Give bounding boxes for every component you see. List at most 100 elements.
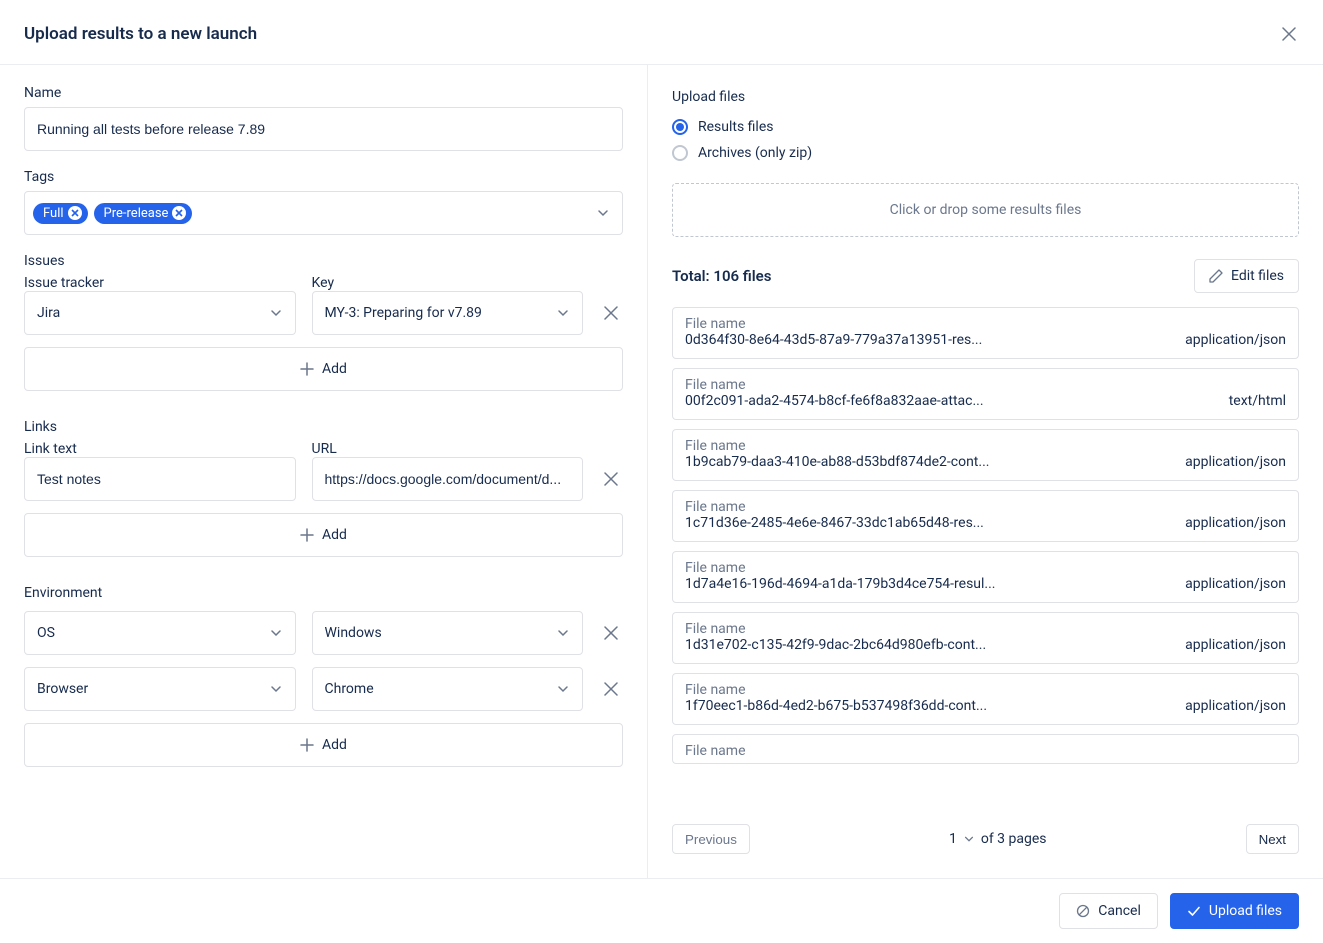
env-value-select[interactable]: Windows — [312, 611, 584, 655]
chevron-down-icon[interactable] — [963, 833, 975, 845]
tag-remove-button[interactable] — [68, 206, 82, 220]
remove-issue-button[interactable] — [599, 301, 623, 325]
issues-heading: Issues — [24, 253, 623, 269]
radio-archives[interactable]: Archives (only zip) — [672, 145, 1299, 161]
file-card[interactable]: File name 1d31e702-c135-42f9-9dac-2bc64d… — [672, 612, 1299, 664]
issue-key-col: Key MY-3: Preparing for v7.89 — [312, 275, 584, 335]
cancel-label: Cancel — [1098, 903, 1141, 919]
file-label: File name — [685, 438, 1286, 454]
file-type: application/json — [1185, 637, 1286, 653]
remove-env-button[interactable] — [599, 677, 623, 701]
modal-header: Upload results to a new launch — [0, 0, 1323, 65]
name-label: Name — [24, 85, 623, 101]
plus-icon — [300, 362, 314, 376]
issue-tracker-label: Issue tracker — [24, 275, 104, 291]
tag-remove-button[interactable] — [172, 206, 186, 220]
issue-tracker-col: Issue tracker Jira — [24, 275, 296, 335]
dropzone[interactable]: Click or drop some results files — [672, 183, 1299, 237]
link-url-input[interactable] — [312, 457, 584, 501]
tags-input[interactable]: Full Pre-release — [24, 191, 623, 235]
tags-label: Tags — [24, 169, 623, 185]
add-link-button[interactable]: Add — [24, 513, 623, 557]
file-label: File name — [685, 316, 1286, 332]
cancel-button[interactable]: Cancel — [1059, 893, 1158, 929]
link-url-input-text[interactable] — [325, 471, 571, 487]
chevron-down-icon — [269, 306, 283, 320]
radio-label: Archives (only zip) — [698, 145, 812, 161]
env-key-select[interactable]: Browser — [24, 667, 296, 711]
link-text-input-text[interactable] — [37, 471, 283, 487]
env-value-value: Chrome — [325, 681, 374, 697]
file-card[interactable]: File name — [672, 734, 1299, 764]
remove-env-button[interactable] — [599, 621, 623, 645]
file-label: File name — [685, 499, 1286, 515]
env-value-select[interactable]: Chrome — [312, 667, 584, 711]
add-label: Add — [322, 361, 347, 377]
remove-link-button[interactable] — [599, 467, 623, 491]
file-label: File name — [685, 377, 1286, 393]
name-input[interactable] — [24, 107, 623, 151]
plus-icon — [300, 738, 314, 752]
edit-files-label: Edit files — [1231, 268, 1284, 284]
close-icon — [1282, 27, 1296, 41]
check-icon — [1187, 904, 1201, 918]
modal-title: Upload results to a new launch — [24, 24, 257, 44]
tag-text: Pre-release — [104, 206, 169, 221]
file-name: 1c71d36e-2485-4e6e-8467-33dc1ab65d48-res… — [685, 515, 1173, 531]
link-url-label: URL — [312, 441, 337, 457]
name-input-text[interactable] — [37, 121, 610, 137]
link-text-input[interactable] — [24, 457, 296, 501]
radio-results-files[interactable]: Results files — [672, 119, 1299, 135]
env-row: OS Windows — [24, 611, 623, 655]
links-heading: Links — [24, 419, 623, 435]
add-env-button[interactable]: Add — [24, 723, 623, 767]
pager-previous-button[interactable]: Previous — [672, 824, 750, 854]
add-label: Add — [322, 737, 347, 753]
file-type: application/json — [1185, 515, 1286, 531]
pager-center: 1 of 3 pages — [949, 831, 1047, 847]
issue-tracker-select[interactable]: Jira — [24, 291, 296, 335]
pager-next-button[interactable]: Next — [1246, 824, 1299, 854]
close-button[interactable] — [1279, 24, 1299, 44]
file-card[interactable]: File name 1d7a4e16-196d-4694-a1da-179b3d… — [672, 551, 1299, 603]
file-name: 1b9cab79-daa3-410e-ab88-d53bdf874de2-con… — [685, 454, 1173, 470]
file-name: 1d7a4e16-196d-4694-a1da-179b3d4ce754-res… — [685, 576, 1173, 592]
file-name: 00f2c091-ada2-4574-b8cf-fe6f8a832aae-att… — [685, 393, 1217, 409]
file-card[interactable]: File name 00f2c091-ada2-4574-b8cf-fe6f8a… — [672, 368, 1299, 420]
dropzone-text: Click or drop some results files — [890, 202, 1082, 218]
upload-label: Upload files — [1209, 903, 1282, 919]
env-row: Browser Chrome — [24, 667, 623, 711]
file-card[interactable]: File name 1b9cab79-daa3-410e-ab88-d53bdf… — [672, 429, 1299, 481]
right-pane: Upload files Results files Archives (onl… — [648, 65, 1323, 878]
edit-files-button[interactable]: Edit files — [1194, 259, 1299, 293]
close-icon — [604, 472, 618, 486]
close-icon — [71, 209, 79, 217]
link-row: Link text URL — [24, 441, 623, 501]
file-card[interactable]: File name 0d364f30-8e64-43d5-87a9-779a37… — [672, 307, 1299, 359]
tags-field: Tags Full Pre-release — [24, 169, 623, 235]
total-text: Total: 106 files — [672, 267, 771, 285]
pencil-icon — [1209, 269, 1223, 283]
env-key-select[interactable]: OS — [24, 611, 296, 655]
modal-footer: Cancel Upload files — [0, 878, 1323, 943]
tag-chip-pre-release: Pre-release — [94, 203, 193, 224]
chevron-down-icon — [556, 682, 570, 696]
file-list: File name 0d364f30-8e64-43d5-87a9-779a37… — [672, 307, 1299, 814]
file-name: 1f70eec1-b86d-4ed2-b675-b537498f36dd-con… — [685, 698, 1173, 714]
cancel-icon — [1076, 904, 1090, 918]
total-row: Total: 106 files Edit files — [672, 259, 1299, 293]
left-pane: Name Tags Full Pre-release — [0, 65, 648, 878]
close-icon — [175, 209, 183, 217]
upload-results-modal: Upload results to a new launch Name Tags… — [0, 0, 1323, 943]
radio-icon — [672, 145, 688, 161]
upload-type-radio-group: Results files Archives (only zip) — [672, 119, 1299, 161]
file-card[interactable]: File name 1c71d36e-2485-4e6e-8467-33dc1a… — [672, 490, 1299, 542]
upload-files-button[interactable]: Upload files — [1170, 893, 1299, 929]
link-text-col: Link text — [24, 441, 296, 501]
issue-key-select[interactable]: MY-3: Preparing for v7.89 — [312, 291, 584, 335]
file-label: File name — [685, 743, 1286, 759]
add-issue-button[interactable]: Add — [24, 347, 623, 391]
close-icon — [604, 626, 618, 640]
file-card[interactable]: File name 1f70eec1-b86d-4ed2-b675-b53749… — [672, 673, 1299, 725]
file-type: application/json — [1185, 576, 1286, 592]
